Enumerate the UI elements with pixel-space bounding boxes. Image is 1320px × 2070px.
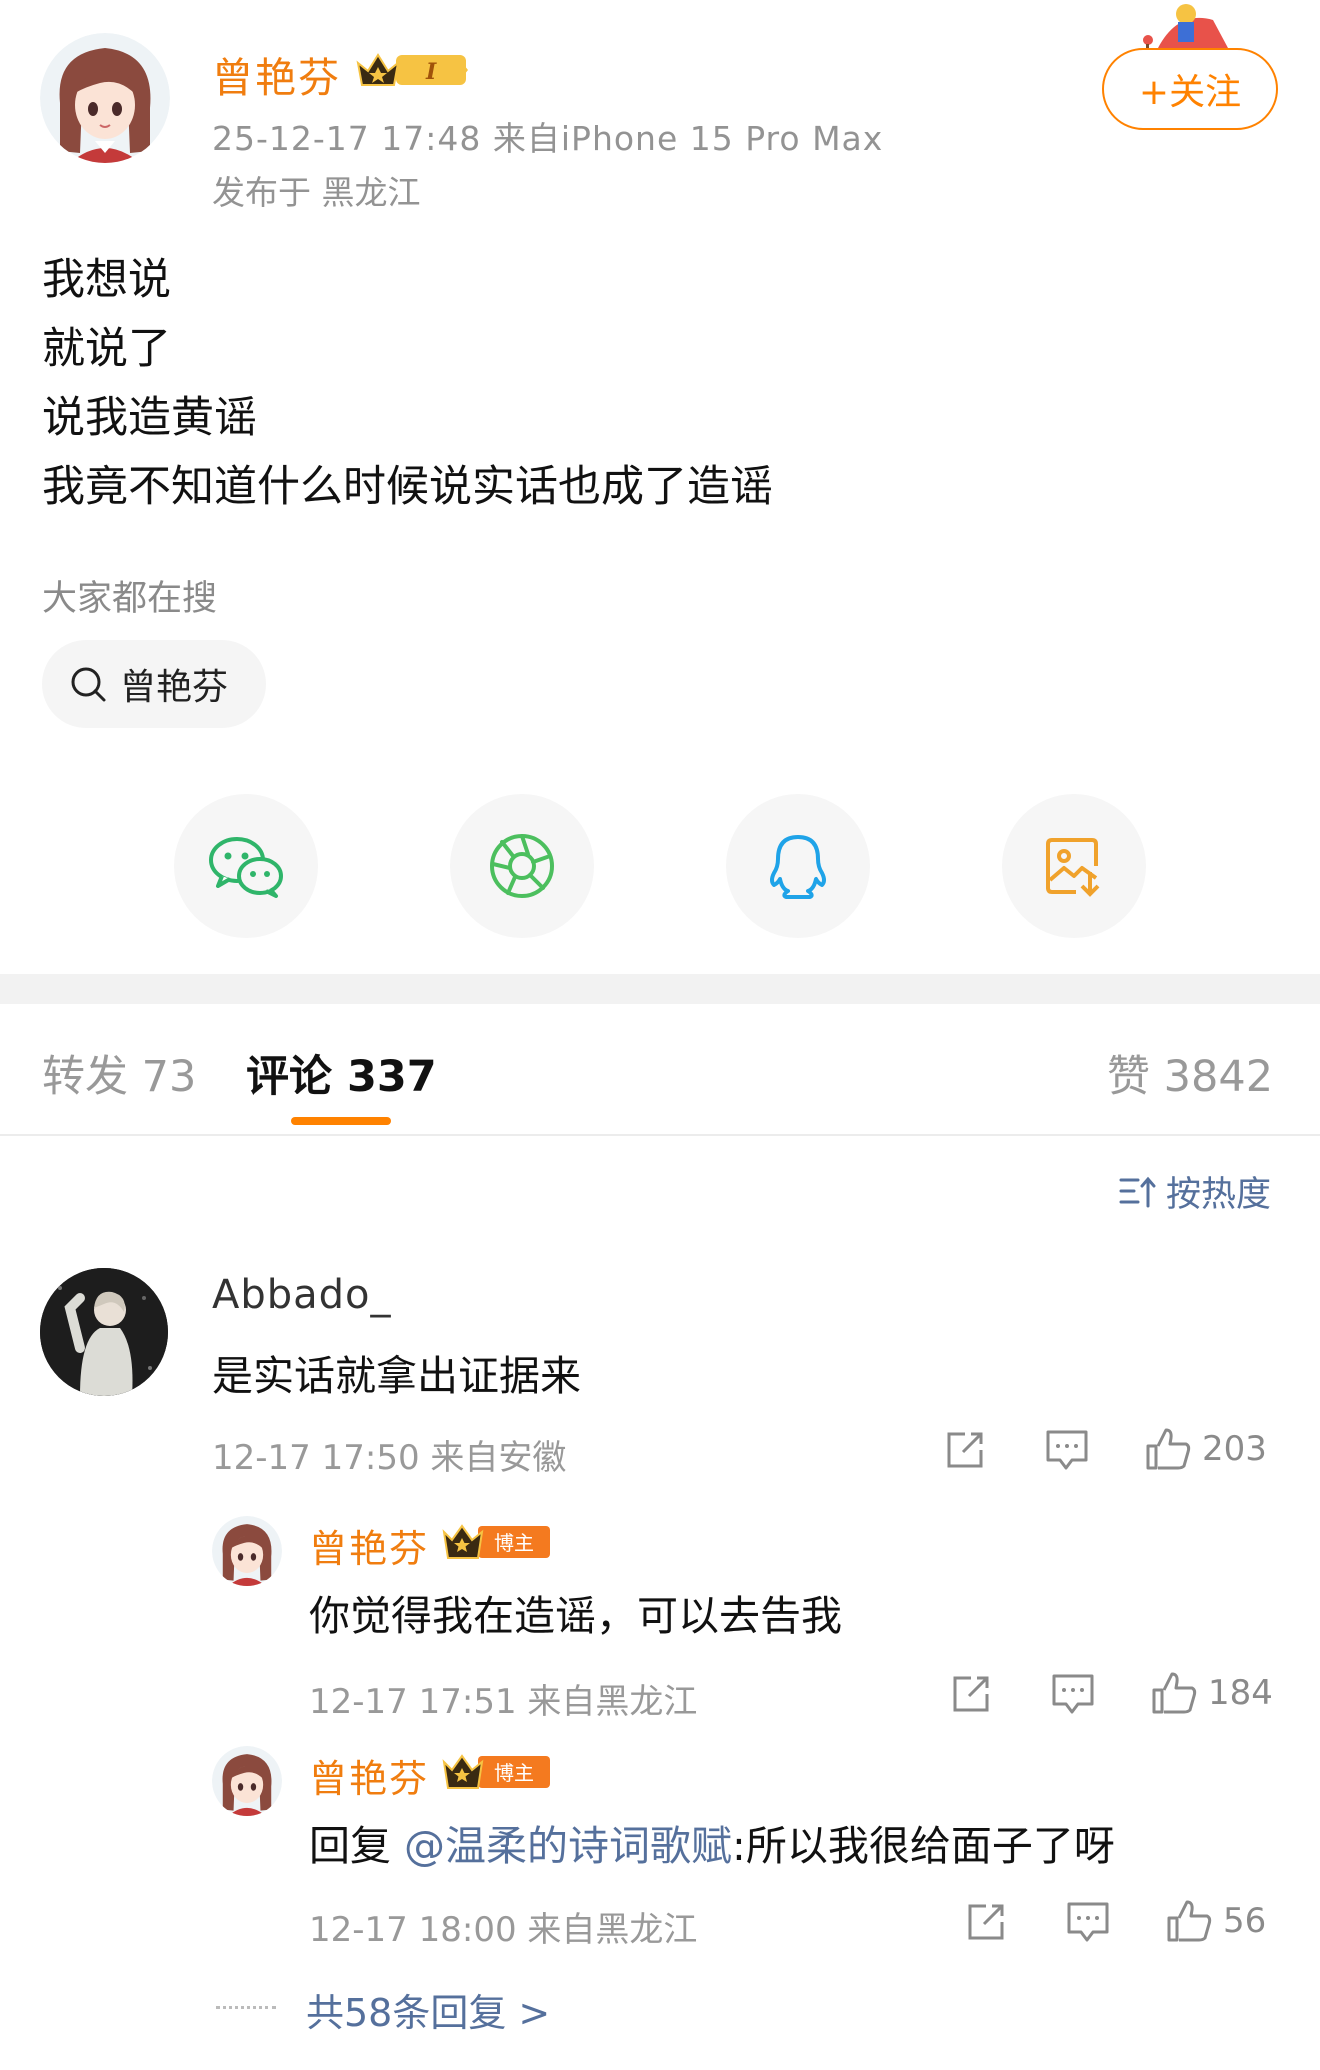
thumbs-up-icon [1167, 1900, 1212, 1942]
divider [0, 1134, 1320, 1136]
reply-like-button[interactable]: 184 [1150, 1670, 1273, 1716]
comment-icon [1052, 1674, 1094, 1714]
blogger-badge-icon: 博主 [442, 1524, 550, 1559]
reply-avatar[interactable] [212, 1516, 282, 1586]
author-avatar[interactable] [40, 33, 170, 163]
blogger-badge-icon: 博主 [442, 1754, 550, 1789]
sort-by-hot-button[interactable]: 按热度 [1118, 1166, 1271, 1217]
comment-icon [1046, 1430, 1088, 1470]
reply-like-button[interactable]: 56 [1165, 1898, 1266, 1944]
share-moments-button[interactable] [450, 794, 594, 938]
comment-meta: 12-17 17:50 来自安徽 [212, 1438, 567, 1478]
sort-label: 按热度 [1166, 1175, 1272, 1215]
thumbs-up-icon [1146, 1428, 1191, 1470]
commenter-name[interactable]: Abbado_ [212, 1272, 392, 1318]
follow-decoration-icon [1143, 4, 1228, 52]
reply-comment-button[interactable] [1050, 1672, 1096, 1716]
tab-likes[interactable]: 赞 3842 [1107, 1042, 1273, 1104]
share-icon [947, 1432, 983, 1468]
post-body: 我想说 就说了 说我造黄谣 我竟不知道什么时候说实话也成了造谣 [42, 246, 773, 522]
section-separator [0, 974, 1320, 1004]
reply-comment-button[interactable] [1065, 1900, 1111, 1944]
comment-text: 是实话就拿出证据来 [212, 1352, 581, 1400]
post-line: 说我造黄谣 [42, 393, 257, 443]
tab-comments[interactable]: 评论 337 [246, 1042, 437, 1104]
blogger-badge-text: 博主 [494, 1531, 534, 1555]
reply-author-name[interactable]: 曾艳芬 [309, 1518, 429, 1573]
author-name[interactable]: 曾艳芬 [212, 44, 341, 104]
reply-body: :所以我很给面子了呀 [732, 1822, 1115, 1870]
sort-icon [1119, 1176, 1156, 1207]
search-icon [71, 667, 106, 702]
reply-meta: 12-17 18:00 来自黑龙江 [309, 1910, 698, 1950]
reply-avatar[interactable] [212, 1746, 282, 1816]
follow-button[interactable]: +关注 [1102, 48, 1278, 130]
comment-icon [1067, 1902, 1109, 1942]
share-wechat-button[interactable] [174, 794, 318, 938]
trending-search-pill[interactable]: 曾艳芬 [42, 640, 266, 728]
reply-text: 回复 @温柔的诗词歌赋:所以我很给面子了呀 [309, 1812, 1115, 1872]
reply-repost-button[interactable] [949, 1672, 993, 1716]
post-time-device: 25-12-17 17:48 来自iPhone 15 Pro Max [212, 119, 884, 158]
post-line: 我竟不知道什么时候说实话也成了造谣 [42, 462, 773, 512]
reply-meta: 12-17 17:51 来自黑龙江 [309, 1682, 698, 1722]
blogger-badge-text: 博主 [494, 1761, 534, 1785]
reply-text: 你觉得我在造谣，可以去告我 [309, 1592, 842, 1640]
comment-reply-button[interactable] [1044, 1428, 1090, 1472]
save-image-button[interactable] [1002, 794, 1146, 938]
trending-search-label: 大家都在搜 [42, 579, 218, 619]
share-qq-button[interactable] [726, 794, 870, 938]
post-line: 我想说 [42, 255, 171, 305]
mention-link[interactable]: @温柔的诗词歌赋 [404, 1822, 732, 1870]
trending-search-term: 曾艳芬 [120, 667, 229, 708]
like-count: 56 [1223, 1901, 1267, 1941]
comment-like-button[interactable]: 203 [1144, 1426, 1267, 1472]
commenter-avatar[interactable] [40, 1268, 168, 1396]
like-count: 203 [1202, 1429, 1267, 1469]
reply-prefix: 回复 [309, 1822, 391, 1870]
active-tab-indicator [291, 1117, 391, 1125]
post-line: 就说了 [42, 324, 171, 374]
comment-repost-button[interactable] [943, 1428, 987, 1472]
view-more-replies-link[interactable]: 共58条回复 > [306, 1982, 550, 2037]
svg-text:I: I [425, 59, 437, 85]
thumbs-up-icon [1152, 1672, 1197, 1714]
save-image-icon [1046, 838, 1100, 897]
wechat-icon [209, 837, 283, 898]
share-icon [953, 1676, 989, 1712]
like-count: 184 [1208, 1673, 1273, 1713]
vip-crown-badge-icon: I [356, 53, 468, 86]
reply-author-name[interactable]: 曾艳芬 [309, 1748, 429, 1803]
share-icon [968, 1904, 1004, 1940]
reply-repost-button[interactable] [964, 1900, 1008, 1944]
post-location: 发布于 黑龙江 [212, 173, 421, 212]
moments-icon [490, 834, 554, 898]
thread-dots [216, 2006, 276, 2010]
qq-icon [770, 835, 826, 899]
tab-repost[interactable]: 转发 73 [42, 1042, 196, 1104]
